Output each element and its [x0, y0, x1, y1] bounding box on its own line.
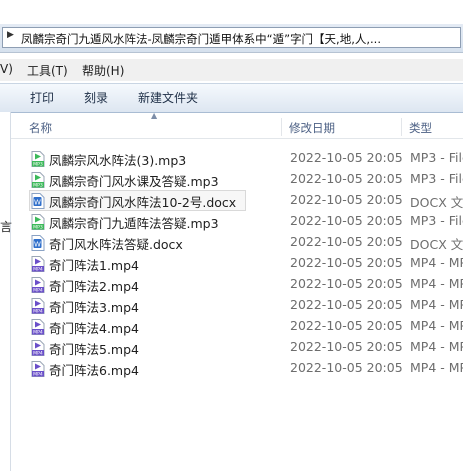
mp3-file-icon: MP3 — [31, 172, 45, 189]
menu-bar: V) 工具(T) 帮助(H) — [0, 59, 463, 81]
file-type: MP4 - MP4 — [410, 318, 463, 333]
svg-text:MP4: MP4 — [33, 330, 43, 335]
address-path: 凤麟宗奇门九遁风水阵法-凤麟宗奇门遁甲体系中“遁”字门【天,地,人,... — [21, 32, 381, 46]
file-type: MP4 - MP4 — [410, 339, 463, 354]
menu-help[interactable]: 帮助(H) — [82, 62, 124, 79]
file-list: MP3 凤麟宗风水阵法(3).mp3 2022-10-05 20:05 MP3 - F… — [11, 148, 463, 379]
mp3-file-icon: MP3 — [31, 151, 45, 168]
svg-text:MP4: MP4 — [33, 267, 43, 272]
file-row[interactable]: MP4 奇门阵法2.mp4 2022-10-05 20:05 MP4 - MP4 — [11, 274, 463, 295]
file-modified-date: 2022-10-05 20:05 — [290, 360, 403, 375]
file-modified-date: 2022-10-05 20:05 — [290, 318, 403, 333]
file-modified-date: 2022-10-05 20:05 — [290, 192, 403, 207]
file-row[interactable]: MP4 奇门阵法4.mp4 2022-10-05 20:05 MP4 - MP4 — [11, 316, 463, 337]
menu-view[interactable]: V) — [0, 62, 13, 76]
svg-text:W: W — [34, 241, 41, 249]
file-name[interactable]: 凤麟宗奇门风水阵法10-2号.docx — [49, 192, 236, 211]
file-name[interactable]: 凤麟宗风水阵法(3).mp3 — [49, 150, 186, 169]
svg-text:MP3: MP3 — [33, 225, 43, 230]
address-input[interactable]: ▶ 凤麟宗奇门九遁风水阵法-凤麟宗奇门遁甲体系中“遁”字门【天,地,人,... — [2, 27, 461, 48]
navigation-pane: 言 — [0, 112, 12, 471]
docx-file-icon: W — [31, 193, 45, 209]
file-row[interactable]: MP4 奇门阵法3.mp4 2022-10-05 20:05 MP4 - MP4 — [11, 295, 463, 316]
column-header-type[interactable]: 类型 — [409, 120, 432, 136]
print-button[interactable]: 打印 — [30, 89, 54, 106]
file-modified-date: 2022-10-05 20:05 — [290, 234, 403, 249]
file-type: MP4 - MP4 — [410, 297, 463, 312]
file-type: DOCX 文档 — [410, 237, 463, 252]
file-type: MP3 - File — [410, 171, 463, 186]
new-folder-button[interactable]: 新建文件夹 — [138, 89, 198, 106]
file-modified-date: 2022-10-05 20:05 — [290, 150, 403, 165]
file-name[interactable]: 凤麟宗奇门九遁阵法答疑.mp3 — [49, 213, 219, 232]
column-header-name[interactable]: 名称 — [29, 120, 52, 136]
file-name[interactable]: 奇门阵法1.mp4 — [49, 255, 139, 274]
file-modified-date: 2022-10-05 20:05 — [290, 339, 403, 354]
command-toolbar: 打印 刻录 新建文件夹 — [0, 83, 463, 113]
svg-text:W: W — [34, 199, 41, 207]
file-type: MP3 - File — [410, 150, 463, 165]
file-modified-date: 2022-10-05 20:05 — [290, 171, 403, 186]
mp4-file-icon: MP4 — [31, 256, 45, 273]
mp4-file-icon: MP4 — [31, 340, 45, 357]
burn-button[interactable]: 刻录 — [84, 89, 108, 106]
file-name[interactable]: 凤麟宗奇门风水课及答疑.mp3 — [49, 171, 219, 190]
window-top-strip — [0, 0, 463, 24]
file-row[interactable]: MP4 奇门阵法5.mp4 2022-10-05 20:05 MP4 - MP4 — [11, 337, 463, 358]
address-bar: ▶ 凤麟宗奇门九遁风水阵法-凤麟宗奇门遁甲体系中“遁”字门【天,地,人,... — [0, 24, 463, 53]
file-row[interactable]: W 凤麟宗奇门风水阵法10-2号.docx 2022-10-05 20:05 DOCX… — [11, 190, 463, 211]
file-name[interactable]: 奇门阵法2.mp4 — [49, 276, 139, 295]
file-row[interactable]: MP3 凤麟宗奇门风水课及答疑.mp3 2022-10-05 20:05 MP3 - … — [11, 169, 463, 190]
file-row[interactable]: W 奇门风水阵法答疑.docx 2022-10-05 20:05 DOCX 文档 — [11, 232, 463, 253]
file-modified-date: 2022-10-05 20:05 — [290, 276, 403, 291]
file-type: MP3 - File — [410, 213, 463, 228]
mp4-file-icon: MP4 — [31, 298, 45, 315]
file-type: MP4 - MP4 — [410, 360, 463, 375]
svg-text:MP4: MP4 — [33, 351, 43, 356]
file-name[interactable]: 奇门风水阵法答疑.docx — [49, 234, 183, 253]
file-modified-date: 2022-10-05 20:05 — [290, 297, 403, 312]
column-header-date[interactable]: 修改日期 — [289, 120, 335, 136]
column-header: 名称 修改日期 类型 — [11, 116, 463, 139]
svg-text:MP3: MP3 — [33, 162, 43, 167]
file-type: DOCX 文档 — [410, 195, 463, 210]
file-type: MP4 - MP4 — [410, 276, 463, 291]
file-modified-date: 2022-10-05 20:05 — [290, 255, 403, 270]
svg-text:MP3: MP3 — [33, 183, 43, 188]
file-row[interactable]: MP3 凤麟宗风水阵法(3).mp3 2022-10-05 20:05 MP3 - F… — [11, 148, 463, 169]
file-name[interactable]: 奇门阵法3.mp4 — [49, 297, 139, 316]
file-row[interactable]: MP4 奇门阵法1.mp4 2022-10-05 20:05 MP4 - MP4 — [11, 253, 463, 274]
file-row[interactable]: MP3 凤麟宗奇门九遁阵法答疑.mp3 2022-10-05 20:05 MP3 - … — [11, 211, 463, 232]
menu-tools[interactable]: 工具(T) — [27, 62, 68, 79]
svg-text:MP4: MP4 — [33, 288, 43, 293]
file-row[interactable]: MP4 奇门阵法6.mp4 2022-10-05 20:05 MP4 - MP4 — [11, 358, 463, 379]
docx-file-icon: W — [31, 235, 45, 251]
mp4-file-icon: MP4 — [31, 361, 45, 378]
svg-text:MP4: MP4 — [33, 309, 43, 314]
file-name[interactable]: 奇门阵法6.mp4 — [49, 360, 139, 379]
column-divider[interactable] — [281, 118, 282, 136]
file-name[interactable]: 奇门阵法4.mp4 — [49, 318, 139, 337]
mp3-file-icon: MP3 — [31, 214, 45, 231]
file-type: MP4 - MP4 — [410, 255, 463, 270]
svg-text:MP4: MP4 — [33, 372, 43, 377]
file-name[interactable]: 奇门阵法5.mp4 — [49, 339, 139, 358]
file-modified-date: 2022-10-05 20:05 — [290, 213, 403, 228]
breadcrumb-arrow-icon[interactable]: ▶ — [7, 30, 14, 40]
mp4-file-icon: MP4 — [31, 319, 45, 336]
mp4-file-icon: MP4 — [31, 277, 45, 294]
column-divider[interactable] — [401, 118, 402, 136]
